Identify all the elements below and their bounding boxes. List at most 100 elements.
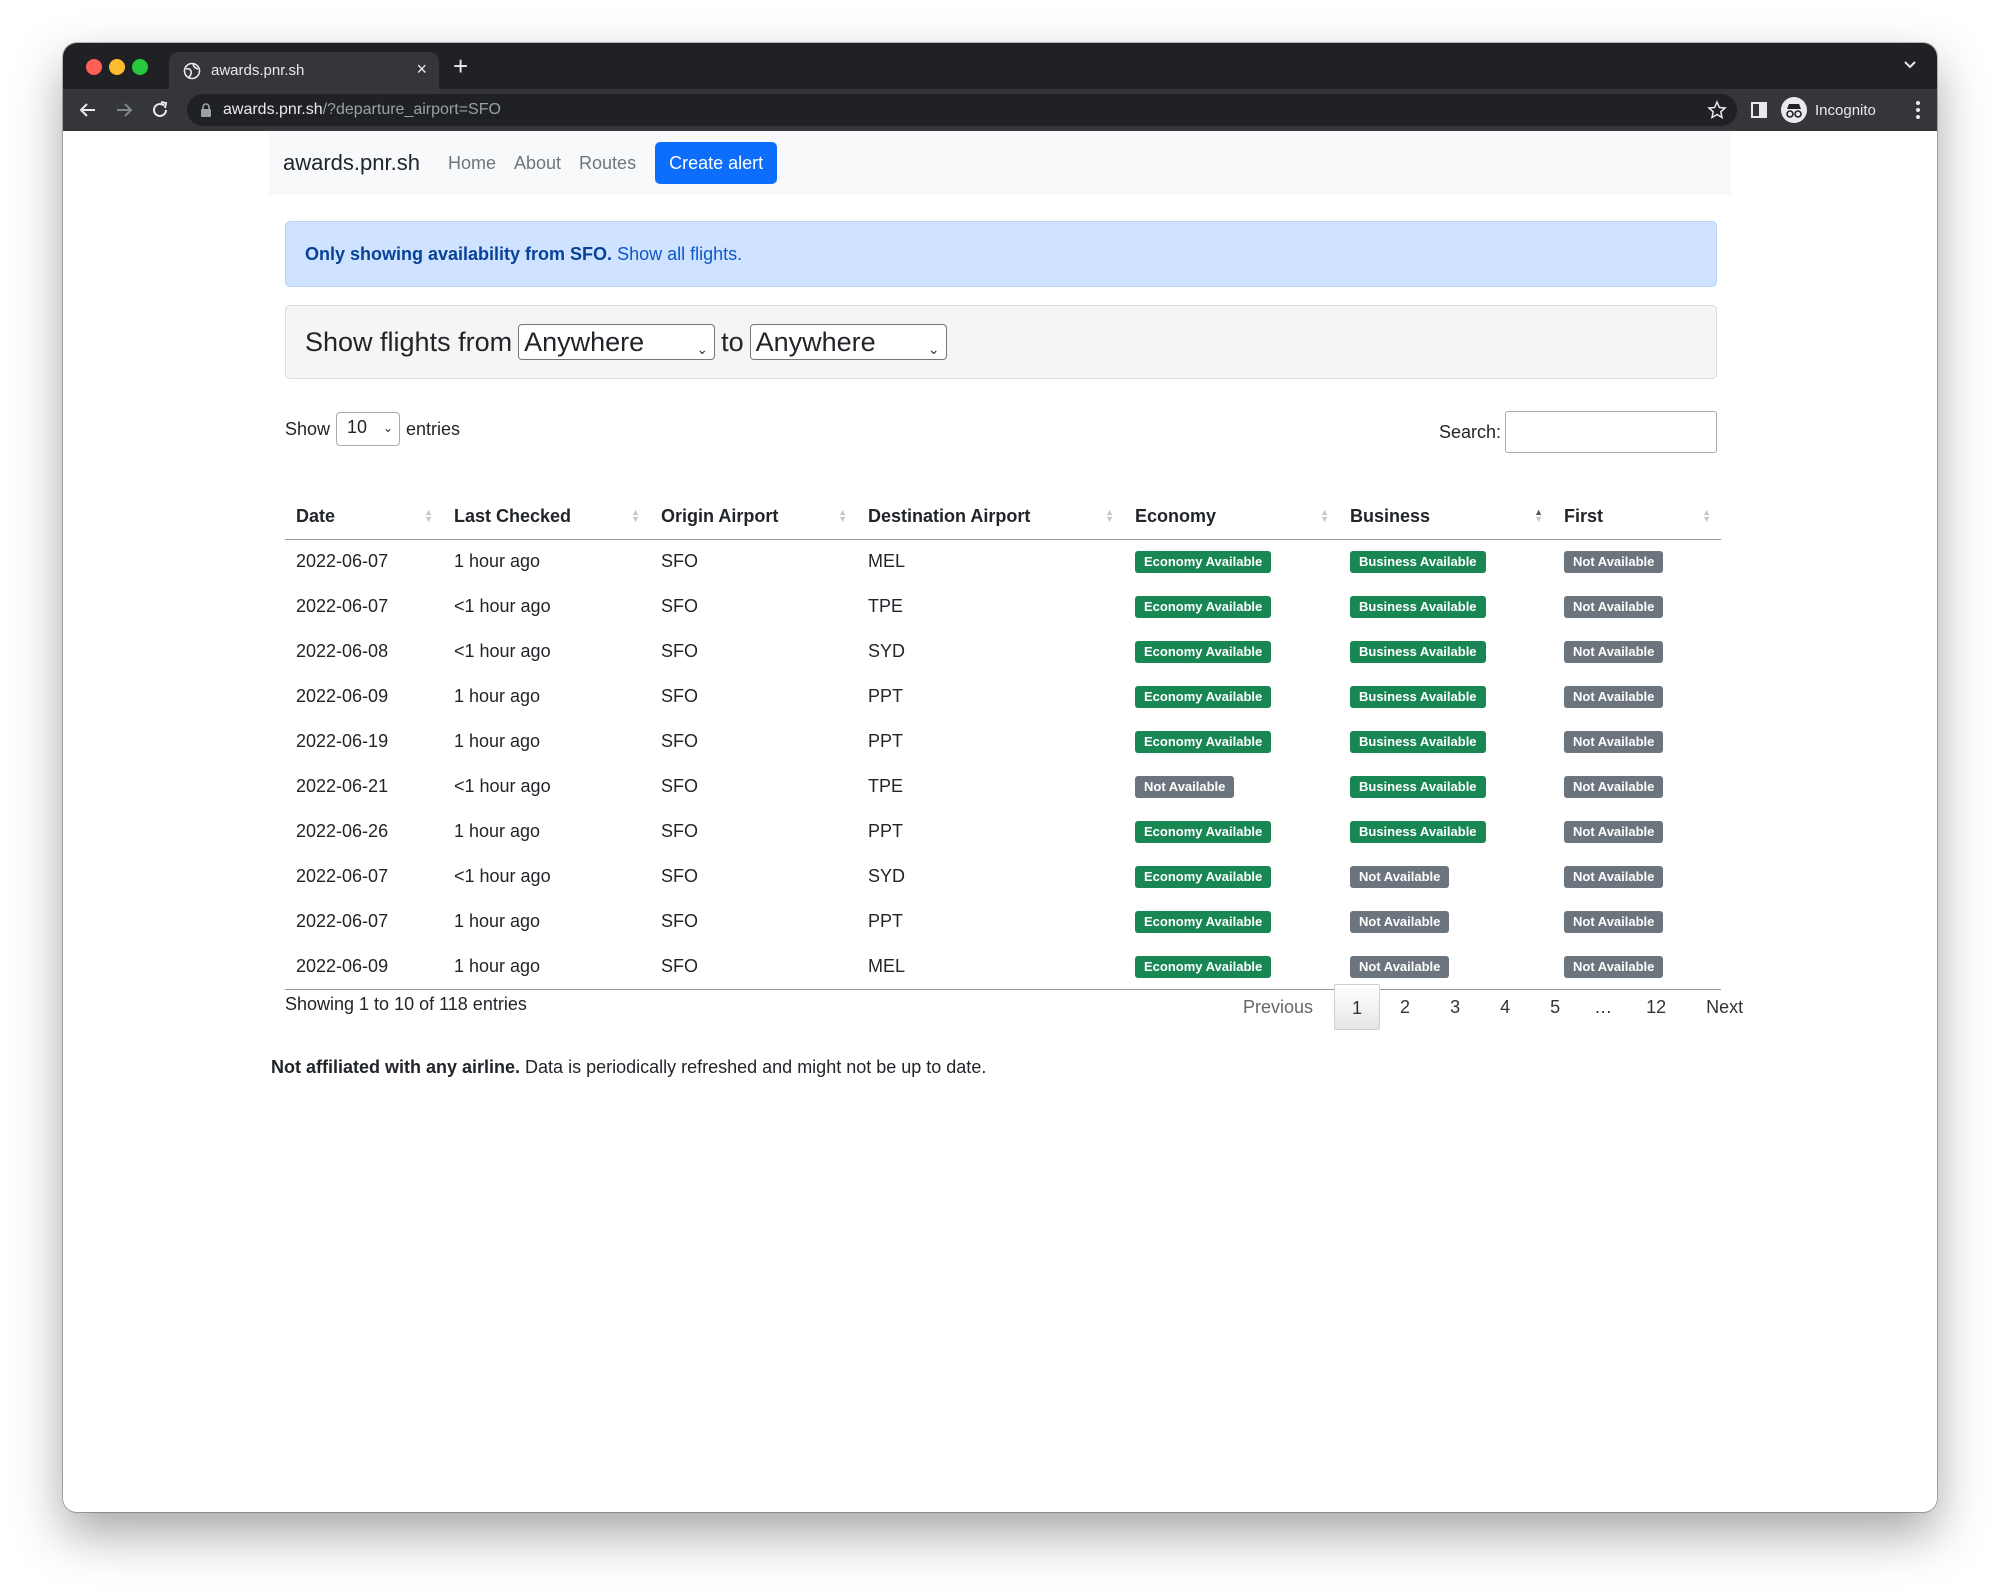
pagination-page-2[interactable]: 2 — [1380, 984, 1430, 1030]
minimize-window-button[interactable] — [109, 59, 125, 75]
browser-titlebar: awards.pnr.sh × + — [63, 43, 1937, 89]
nav-link-about[interactable]: About — [514, 153, 561, 174]
pagination-page-1[interactable]: 1 — [1334, 984, 1381, 1030]
column-header-destination[interactable]: Destination Airport ▲ ▼ — [857, 495, 1124, 540]
pagination-ellipsis: … — [1594, 997, 1613, 1017]
cell-dest: MEL — [868, 551, 906, 572]
show-label: Show — [285, 418, 331, 439]
entries-length-select[interactable]: 10 ⌄ — [336, 412, 401, 446]
table-search: Search: — [1439, 411, 1717, 453]
pagination-next[interactable]: Next — [1686, 984, 1763, 1030]
sort-icon: ▲ ▼ — [838, 507, 847, 524]
column-label: Date — [296, 506, 336, 527]
cell-origin: SFO — [650, 944, 857, 990]
economy-status-badge: Economy Available — [1135, 731, 1272, 753]
column-header-last-checked[interactable]: Last Checked ▲ ▼ — [443, 495, 650, 540]
cell-checked: 1 hour ago — [443, 944, 650, 990]
to-airport-select[interactable]: Anywhere ⌄ — [749, 324, 947, 360]
browser-tab[interactable]: awards.pnr.sh × — [169, 52, 439, 89]
column-header-date[interactable]: Date ▲ ▼ — [285, 495, 443, 540]
column-header-business[interactable]: Business ▲ ▼ — [1339, 495, 1553, 540]
forward-arrow-icon[interactable] — [113, 99, 135, 121]
new-tab-button[interactable]: + — [453, 51, 468, 81]
cell-date: 2022-06-08 — [296, 641, 389, 661]
cell-origin: SFO — [661, 641, 699, 661]
incognito-icon — [1781, 97, 1807, 123]
column-label: First — [1564, 506, 1604, 527]
economy-status-badge: Economy Available — [1135, 955, 1272, 978]
create-alert-button[interactable]: Create alert — [655, 142, 778, 184]
business-status-badge: Business Available — [1350, 641, 1486, 663]
cell-date: 2022-06-07 — [296, 866, 389, 886]
cell-checked: 1 hour ago — [454, 911, 541, 931]
browser-toolbar: awards.pnr.sh/?departure_airport=SFO Inc… — [63, 89, 1937, 131]
business-status-badge: Not Available — [1350, 911, 1450, 933]
show-all-flights-link[interactable]: Show all flights. — [617, 244, 742, 264]
chevron-down-icon: ⌄ — [382, 421, 394, 435]
column-label: Last Checked — [454, 506, 572, 527]
cell-dest: TPE — [868, 596, 904, 616]
pagination-page-12[interactable]: 12 — [1626, 984, 1686, 1030]
route-filter: Show flights from Anywhere ⌄ to Anywhere… — [285, 305, 1717, 379]
url-host: awards.pnr.sh — [223, 101, 323, 118]
column-header-economy[interactable]: Economy ▲ ▼ — [1124, 495, 1339, 540]
first-status-badge: Not Available — [1564, 776, 1664, 798]
page-content: awards.pnr.sh Home About Routes Create a… — [63, 131, 1937, 1512]
column-header-origin[interactable]: Origin Airport ▲ ▼ — [650, 495, 857, 540]
back-arrow-icon[interactable] — [77, 99, 99, 121]
first-status-badge: Not Available — [1564, 731, 1664, 753]
incognito-label: Incognito — [1815, 101, 1876, 119]
pagination-page-5[interactable]: 5 — [1530, 984, 1580, 1030]
site-brand[interactable]: awards.pnr.sh — [283, 150, 420, 176]
reload-icon[interactable] — [149, 99, 171, 121]
cell-checked: 1 hour ago — [454, 686, 541, 706]
economy-status-badge: Economy Available — [1135, 641, 1272, 663]
pagination-previous[interactable]: Previous — [1233, 984, 1334, 1030]
url-path: /?departure_airport=SFO — [322, 101, 501, 118]
alert-message: Only showing availability from SFO. — [305, 244, 613, 264]
bookmark-star-icon[interactable] — [1707, 100, 1727, 120]
business-status-badge: Business Available — [1350, 731, 1486, 753]
cell-business: Not Available — [1339, 854, 1553, 899]
cell-origin: SFO — [661, 821, 699, 841]
cell-checked: 1 hour ago — [454, 551, 541, 572]
cell-business: Business Available — [1339, 629, 1553, 674]
close-window-button[interactable] — [86, 59, 102, 75]
from-airport-select[interactable]: Anywhere ⌄ — [518, 324, 716, 360]
nav-link-home[interactable]: Home — [448, 153, 496, 174]
cell-first: Not Available — [1553, 764, 1721, 809]
cell-origin: SFO — [661, 731, 699, 751]
search-label: Search: — [1438, 421, 1501, 442]
address-bar[interactable]: awards.pnr.sh/?departure_airport=SFO — [187, 94, 1737, 126]
cell-economy: Economy Available — [1124, 539, 1339, 584]
business-status-badge: Business Available — [1350, 551, 1486, 574]
entries-label: entries — [406, 418, 461, 439]
filter-joiner: to — [721, 326, 744, 357]
search-input[interactable] — [1505, 411, 1717, 453]
pagination-page-4[interactable]: 4 — [1480, 984, 1530, 1030]
nav-link-routes[interactable]: Routes — [579, 153, 636, 174]
first-status-badge: Not Available — [1564, 866, 1664, 888]
cell-date: 2022-06-09 — [285, 944, 443, 990]
sort-icon: ▲ ▼ — [424, 507, 433, 524]
column-label: Origin Airport — [661, 506, 779, 527]
cell-first: Not Available — [1553, 854, 1721, 899]
lock-icon — [201, 103, 211, 117]
economy-status-badge: Economy Available — [1135, 911, 1272, 933]
incognito-profile-button[interactable]: Incognito — [1781, 94, 1876, 126]
column-header-first[interactable]: First ▲ ▼ — [1553, 495, 1721, 540]
pagination-page-3[interactable]: 3 — [1430, 984, 1480, 1030]
maximize-window-button[interactable] — [132, 59, 148, 75]
chevron-down-icon[interactable] — [1901, 55, 1919, 73]
cell-first: Not Available — [1553, 899, 1721, 944]
side-panel-icon[interactable] — [1750, 101, 1768, 119]
cell-origin: SFO — [661, 686, 699, 706]
cell-business: Business Available — [1339, 584, 1553, 629]
more-menu-icon[interactable] — [1915, 100, 1921, 120]
close-tab-icon[interactable]: × — [416, 59, 427, 80]
cell-economy: Not Available — [1124, 764, 1339, 809]
column-label: Destination Airport — [868, 506, 1031, 527]
cell-date: 2022-06-19 — [296, 731, 389, 751]
cell-date: 2022-06-26 — [296, 821, 389, 841]
cell-checked: <1 hour ago — [454, 596, 551, 616]
